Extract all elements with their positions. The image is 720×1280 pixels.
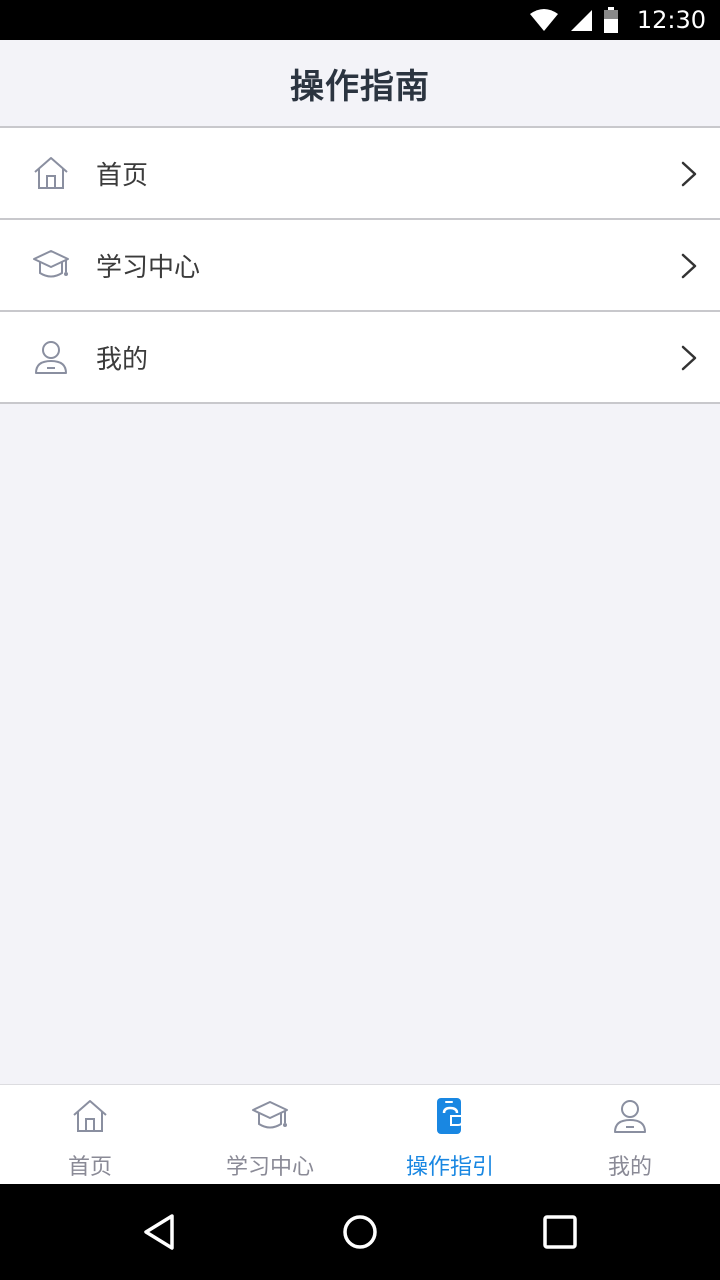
graduation-cap-icon <box>33 250 69 278</box>
tab-mine[interactable]: 我的 <box>540 1085 720 1185</box>
home-icon <box>34 157 68 189</box>
menu-item-home[interactable]: 首页 <box>0 128 720 220</box>
chevron-right-icon <box>681 253 697 279</box>
home-icon <box>73 1100 107 1132</box>
menu-item-label: 学习中心 <box>96 252 201 283</box>
status-icons: 12:30 <box>529 0 706 40</box>
tab-label: 首页 <box>67 1155 112 1180</box>
menu-item-label: 首页 <box>96 160 149 191</box>
battery-icon <box>603 7 618 33</box>
app-header: 操作指南 <box>0 40 720 128</box>
phone-guide-icon <box>437 1098 463 1134</box>
tab-label: 学习中心 <box>225 1155 314 1180</box>
tab-learning-center[interactable]: 学习中心 <box>180 1085 360 1185</box>
page-title: 操作指南 <box>290 66 430 107</box>
home-circle-icon[interactable] <box>340 1212 380 1252</box>
menu-item-learning-center[interactable]: 学习中心 <box>0 220 720 312</box>
recents-icon[interactable] <box>540 1212 580 1252</box>
chevron-right-icon <box>681 161 697 187</box>
wifi-icon <box>529 9 558 31</box>
chevron-right-icon <box>681 345 697 371</box>
user-icon <box>614 1100 646 1133</box>
menu-list: 首页 学习中心 我的 <box>0 128 720 404</box>
user-icon <box>35 341 67 374</box>
back-icon[interactable] <box>140 1212 180 1252</box>
tab-label: 操作指引 <box>405 1155 494 1180</box>
graduation-cap-icon <box>252 1101 288 1129</box>
status-time: 12:30 <box>636 6 706 34</box>
status-bar: 12:30 <box>0 0 720 40</box>
tab-home[interactable]: 首页 <box>0 1085 180 1185</box>
tab-operation-guide[interactable]: 操作指引 <box>360 1085 540 1185</box>
system-nav-bar <box>0 1184 720 1280</box>
signal-icon <box>570 10 592 31</box>
tab-label: 我的 <box>607 1155 652 1180</box>
menu-item-mine[interactable]: 我的 <box>0 312 720 404</box>
menu-item-label: 我的 <box>96 344 149 375</box>
bottom-tab-bar: 首页 学习中心 操作指引 我的 <box>0 1084 720 1184</box>
